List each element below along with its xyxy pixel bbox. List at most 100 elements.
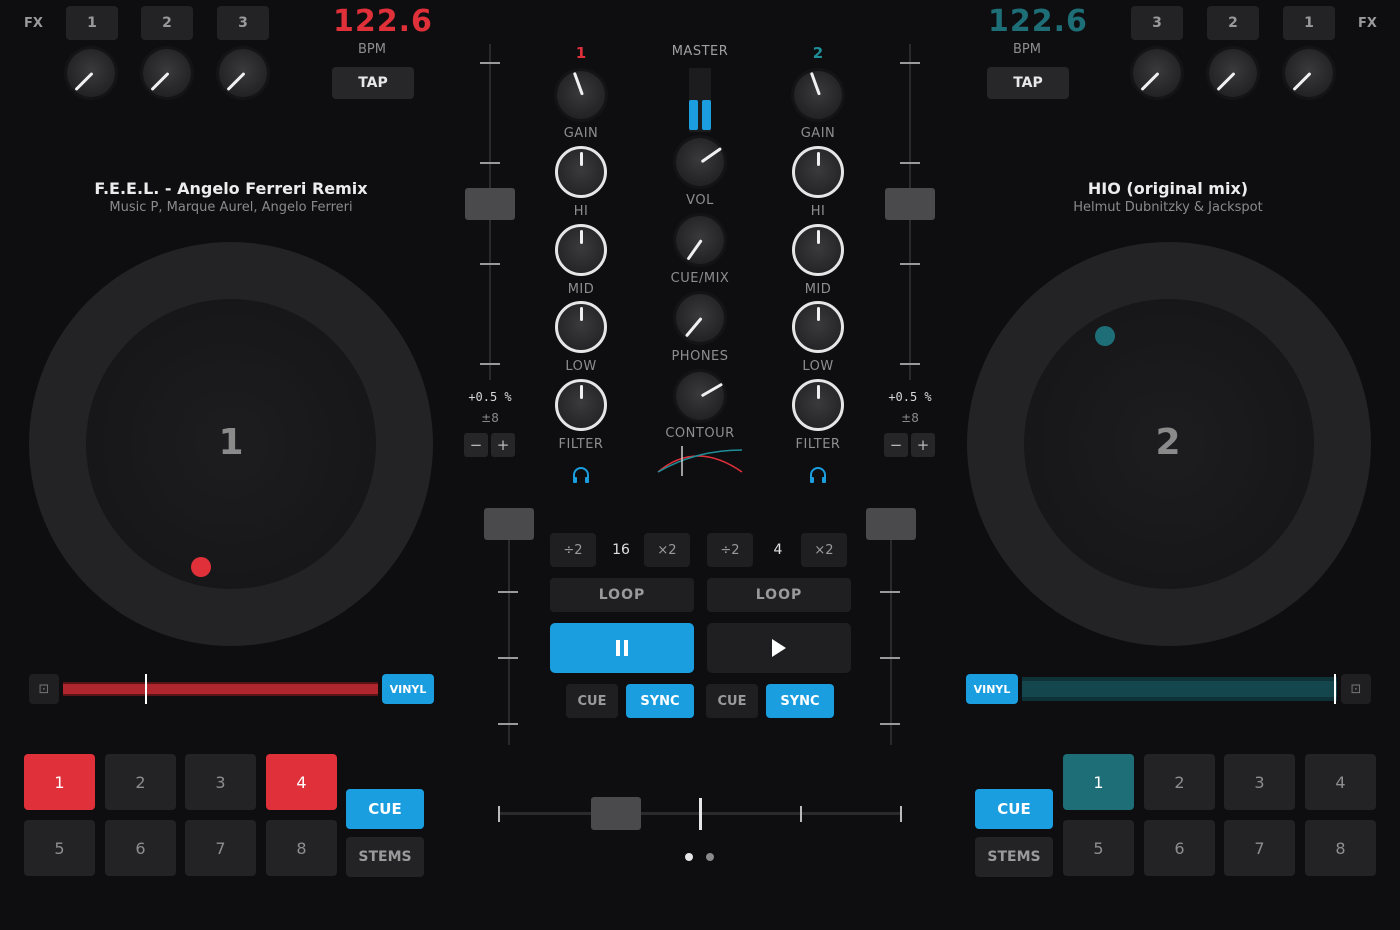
waveform-left[interactable] (63, 674, 378, 704)
loop-double-right[interactable]: ×2 (801, 533, 847, 567)
cue-mode-button-left[interactable]: CUE (346, 789, 424, 829)
deck-number-right: 2 (1155, 422, 1181, 463)
vinyl-button-left[interactable]: VINYL (382, 674, 434, 704)
gain-label-1: GAIN (563, 126, 599, 141)
gain-knob-2[interactable] (794, 71, 842, 119)
contour-knob[interactable] (676, 372, 724, 420)
pitch-tick (900, 363, 920, 365)
pitch-fader-left[interactable] (465, 188, 515, 220)
hotcue-pad-left-7[interactable]: 7 (185, 820, 256, 876)
cue-mix-label: CUE/MIX (670, 271, 730, 286)
pitch-fader-right[interactable] (885, 188, 935, 220)
fx-knob-right-1[interactable] (1285, 49, 1333, 97)
tap-button-right[interactable]: TAP (987, 67, 1069, 99)
volume-tick (498, 591, 518, 593)
filter-label-2: FILTER (795, 437, 841, 452)
loop-halve-left[interactable]: ÷2 (550, 533, 596, 567)
eq-mid-knob-1[interactable] (555, 224, 607, 276)
waveform-right[interactable] (1022, 674, 1337, 704)
gain-label-2: GAIN (800, 126, 836, 141)
cue-mode-button-right[interactable]: CUE (975, 789, 1053, 829)
stems-button-left[interactable]: STEMS (346, 837, 424, 877)
hotcue-pad-left-2[interactable]: 2 (105, 754, 176, 810)
hotcue-pad-left-4[interactable]: 4 (266, 754, 337, 810)
eq-mid-knob-2[interactable] (792, 224, 844, 276)
fx-button-left-1[interactable]: 1 (66, 6, 118, 40)
volume-tick (880, 657, 900, 659)
vinyl-button-right[interactable]: VINYL (966, 674, 1018, 704)
fx-knob-left-2[interactable] (143, 49, 191, 97)
phones-knob[interactable] (676, 294, 724, 342)
pitch-plus-left[interactable]: + (491, 433, 515, 457)
eq-low-knob-2[interactable] (792, 301, 844, 353)
lock-button-right[interactable]: ⊡ (1341, 674, 1371, 704)
loop-button-left[interactable]: LOOP (550, 578, 694, 612)
hotcue-pad-left-6[interactable]: 6 (105, 820, 176, 876)
hotcue-pad-right-2[interactable]: 2 (1144, 754, 1215, 810)
pitch-plus-right[interactable]: + (911, 433, 935, 457)
bpm-label-right: BPM (1013, 42, 1041, 57)
gain-knob-1[interactable] (557, 71, 605, 119)
page-indicator-active[interactable] (685, 853, 693, 861)
pause-button-left[interactable] (550, 623, 694, 673)
hotcue-pad-left-5[interactable]: 5 (24, 820, 95, 876)
page-indicator[interactable] (706, 853, 714, 861)
headphones-icon[interactable] (808, 466, 828, 484)
bpm-display-left: 122.6 (333, 4, 433, 39)
loop-double-left[interactable]: ×2 (644, 533, 690, 567)
fx-knob-right-3[interactable] (1133, 49, 1181, 97)
hotcue-pad-right-3[interactable]: 3 (1224, 754, 1295, 810)
lock-icon: ⊡ (38, 681, 50, 697)
pitch-tick (480, 62, 500, 64)
cue-button-left[interactable]: CUE (566, 684, 618, 718)
master-volume-knob[interactable] (676, 138, 724, 186)
volume-fader-left[interactable] (484, 508, 534, 540)
fx-knob-left-1[interactable] (67, 49, 115, 97)
volume-fader-right[interactable] (866, 508, 916, 540)
hotcue-pad-right-6[interactable]: 6 (1144, 820, 1215, 876)
fx-button-right-2[interactable]: 2 (1207, 6, 1259, 40)
hotcue-pad-left-3[interactable]: 3 (185, 754, 256, 810)
crossfader-handle[interactable] (591, 797, 641, 830)
headphones-icon[interactable] (571, 466, 591, 484)
master-label: MASTER (671, 44, 729, 59)
pitch-minus-right[interactable]: − (884, 433, 908, 457)
contour-curve (657, 446, 743, 476)
sync-button-left[interactable]: SYNC (626, 684, 694, 718)
hotcue-pad-right-1[interactable]: 1 (1063, 754, 1134, 810)
eq-hi-knob-1[interactable] (555, 146, 607, 198)
fx-button-right-3[interactable]: 3 (1131, 6, 1183, 40)
pitch-minus-left[interactable]: − (464, 433, 488, 457)
hotcue-pad-left-1[interactable]: 1 (24, 754, 95, 810)
fx-button-left-2[interactable]: 2 (141, 6, 193, 40)
track-artist-right: Helmut Dubnitzky & Jackspot (1073, 200, 1263, 215)
hotcue-pad-right-8[interactable]: 8 (1305, 820, 1376, 876)
play-button-right[interactable] (707, 623, 851, 673)
filter-knob-1[interactable] (555, 379, 607, 431)
hotcue-pad-left-8[interactable]: 8 (266, 820, 337, 876)
stems-button-right[interactable]: STEMS (975, 837, 1053, 877)
master-meter (689, 68, 711, 132)
hotcue-pad-right-5[interactable]: 5 (1063, 820, 1134, 876)
crossfader-center-mark (699, 798, 702, 830)
pitch-tick (900, 263, 920, 265)
lock-button-left[interactable]: ⊡ (29, 674, 59, 704)
hotcue-pad-right-4[interactable]: 4 (1305, 754, 1376, 810)
eq-hi-knob-2[interactable] (792, 146, 844, 198)
fx-knob-left-3[interactable] (219, 49, 267, 97)
hotcue-pad-right-7[interactable]: 7 (1224, 820, 1295, 876)
sync-button-right[interactable]: SYNC (766, 684, 834, 718)
fx-knob-right-2[interactable] (1209, 49, 1257, 97)
cue-button-right[interactable]: CUE (706, 684, 758, 718)
phones-label: PHONES (671, 349, 729, 364)
loop-halve-right[interactable]: ÷2 (707, 533, 753, 567)
eq-low-knob-1[interactable] (555, 301, 607, 353)
loop-button-right[interactable]: LOOP (707, 578, 851, 612)
cue-mix-knob[interactable] (676, 216, 724, 264)
tap-button-left[interactable]: TAP (332, 67, 414, 99)
hi-label-2: HI (810, 204, 826, 219)
vol-label: VOL (686, 193, 714, 208)
fx-button-right-1[interactable]: 1 (1283, 6, 1335, 40)
fx-button-left-3[interactable]: 3 (217, 6, 269, 40)
filter-knob-2[interactable] (792, 379, 844, 431)
